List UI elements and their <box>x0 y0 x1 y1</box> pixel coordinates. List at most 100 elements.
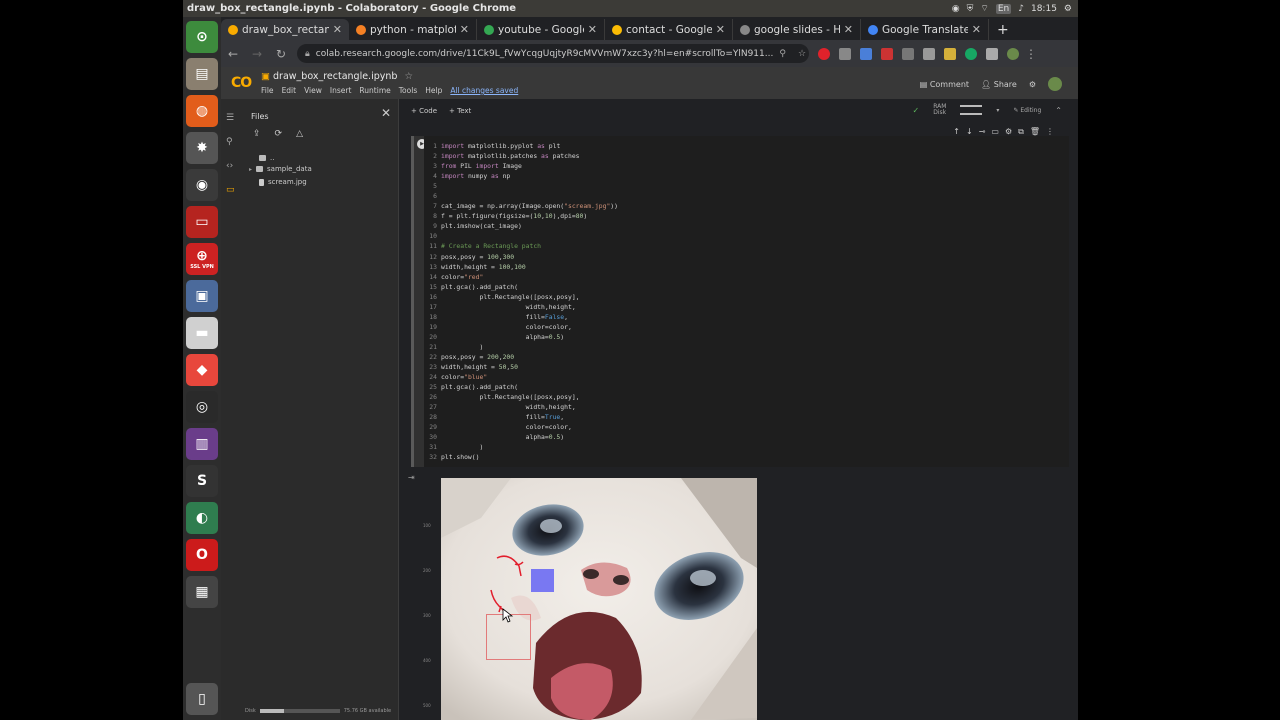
pen-extension-icon[interactable] <box>944 47 956 60</box>
reload-icon[interactable]: ↻ <box>269 47 293 61</box>
close-icon[interactable]: ✕ <box>972 23 981 36</box>
bookmark-star-icon[interactable]: ☆ <box>792 49 809 59</box>
extension-icon[interactable] <box>839 47 851 60</box>
shield-icon[interactable]: ⛨ <box>967 4 974 14</box>
comment-button[interactable]: ▤ Comment <box>920 80 969 89</box>
extension-icon[interactable] <box>923 47 935 60</box>
extension-icon[interactable] <box>902 47 914 60</box>
address-bar[interactable]: 🔒︎ colab.research.google.com/drive/11Ck9… <box>297 44 809 63</box>
menu-item[interactable]: Help <box>425 86 442 95</box>
docs-extension-icon[interactable] <box>860 47 872 60</box>
clock[interactable]: 18:15 <box>1031 4 1057 14</box>
chrome-tray-icon[interactable]: ◉ <box>952 4 960 14</box>
colab-logo[interactable]: CO <box>231 75 252 91</box>
browser-tab[interactable]: youtube - Google S ✕ <box>477 19 605 40</box>
trash-icon[interactable]: ▯ <box>186 683 218 715</box>
profile-avatar[interactable] <box>1007 47 1019 60</box>
wifi-icon[interactable]: ⌔ <box>980 3 988 14</box>
obs-icon[interactable]: ◎ <box>186 391 218 423</box>
menu-item[interactable]: Tools <box>399 86 417 95</box>
close-icon[interactable]: ✕ <box>716 23 725 36</box>
star-icon[interactable]: ☆ <box>404 71 413 82</box>
folder-icon[interactable]: ▦ <box>186 576 218 608</box>
grammarly-extension-icon[interactable] <box>965 47 977 60</box>
presentation-icon[interactable]: ▭ <box>186 206 218 238</box>
share-button[interactable]: 👤︎ Share <box>981 80 1017 89</box>
menu-item[interactable]: View <box>304 86 322 95</box>
close-icon[interactable]: ✕ <box>381 106 391 120</box>
notebook-title[interactable]: ▣ draw_box_rectangle.ipynb ☆ <box>261 71 413 82</box>
volume-icon[interactable]: ♪ <box>1018 4 1024 14</box>
zoom-icon[interactable]: ⚲ <box>773 49 792 59</box>
terminal-icon[interactable]: ⊙ <box>186 21 218 53</box>
code-snippets-icon[interactable]: ‹› <box>226 161 233 171</box>
code-text: color=color, <box>441 422 572 432</box>
close-icon[interactable]: ✕ <box>588 23 597 36</box>
new-tab-button[interactable]: + <box>989 22 1017 40</box>
code-cell[interactable]: ↑ ↓ ⊸ ▭ ⚙ ⧉ 🗑︎ ⋮ ▶ 1 import matplotlib.py… <box>411 127 1069 467</box>
browser-tab[interactable]: Google Translate ✕ <box>861 19 989 40</box>
close-icon[interactable]: ✕ <box>460 23 469 36</box>
forward-icon[interactable]: → <box>245 47 269 61</box>
code-token: width,height, <box>441 302 576 311</box>
line-number: 30 <box>429 433 437 442</box>
browser-tab[interactable]: contact - Google S ✕ <box>605 19 733 40</box>
menu-item[interactable]: File <box>261 86 274 95</box>
save-status[interactable]: All changes saved <box>450 86 518 95</box>
gear-icon[interactable]: ⚙ <box>1064 4 1072 14</box>
file-item-sample-data[interactable]: ▸ sample_data <box>249 165 312 173</box>
back-icon[interactable]: ← <box>221 47 245 61</box>
code-text: alpha=0.5) <box>441 332 565 342</box>
opera-icon[interactable]: O <box>186 539 218 571</box>
menu-item[interactable]: Runtime <box>359 86 390 95</box>
settings-gear-icon[interactable]: ⚙ <box>1029 80 1036 89</box>
anydesk-icon[interactable]: ◆ <box>186 354 218 386</box>
opera-extension-icon[interactable] <box>818 47 830 60</box>
notebook-icon: ▣ <box>261 71 270 82</box>
browser-tab[interactable]: google slides - Ho ✕ <box>733 19 861 40</box>
close-icon[interactable]: ✕ <box>333 23 342 36</box>
file-item-scream-jpg[interactable]: scream.jpg <box>259 178 307 186</box>
files-folder-icon[interactable]: ▭ <box>226 185 235 195</box>
chrome-icon[interactable]: ◉ <box>186 169 218 201</box>
drive-icon <box>484 24 494 35</box>
browser-tab[interactable]: draw_box_rectangle ✕ <box>221 19 349 40</box>
toc-icon[interactable]: ☰ <box>226 113 234 123</box>
ram-disk-indicator[interactable]: RAM Disk <box>933 104 946 116</box>
refresh-folder-icon[interactable]: ⟳ <box>275 129 283 139</box>
menu-item[interactable]: Edit <box>282 86 297 95</box>
chevron-right-icon[interactable]: ▸ <box>249 166 252 173</box>
sublime-icon[interactable]: S <box>186 465 218 497</box>
comment-icon: ▤ <box>919 79 928 89</box>
settings-icon[interactable]: ✸ <box>186 132 218 164</box>
firefox-icon[interactable]: ◍ <box>186 95 218 127</box>
user-avatar[interactable] <box>1048 77 1062 91</box>
menu-item[interactable]: Insert <box>330 86 352 95</box>
add-code-button[interactable]: + Code <box>411 107 437 115</box>
app-icon[interactable]: ◐ <box>186 502 218 534</box>
puzzle-extensions-icon[interactable] <box>986 47 998 60</box>
upload-icon[interactable]: ⇪ <box>253 129 261 139</box>
pdf-extension-icon[interactable] <box>881 47 893 60</box>
remote-desktop-icon[interactable]: ▣ <box>186 280 218 312</box>
editing-mode[interactable]: ✎ Editing <box>1013 107 1041 114</box>
menu-icon[interactable]: ⋮ <box>1019 47 1043 61</box>
code-text: color="blue" <box>441 372 487 382</box>
add-text-button[interactable]: + Text <box>449 107 471 115</box>
code-line: 8 f = plt.figure(figsize=(10,10),dpi=80) <box>424 211 1069 221</box>
search-icon[interactable]: ⚲ <box>226 137 233 147</box>
chevron-down-icon[interactable]: ▾ <box>996 107 999 114</box>
browser-tab[interactable]: python - matplotlib ✕ <box>349 19 477 40</box>
parent-folder[interactable]: .. <box>259 154 274 162</box>
mount-drive-icon[interactable]: △ <box>296 129 303 139</box>
output-menu-icon[interactable]: ⇥ <box>408 473 415 482</box>
code-editor[interactable]: 1 import matplotlib.pyplot as plt 2 import … <box>424 136 1069 467</box>
close-icon[interactable]: ✕ <box>844 23 853 36</box>
media-icon[interactable]: ▥ <box>186 428 218 460</box>
y-tick-label: 200 <box>423 568 431 573</box>
ssl-vpn-icon[interactable]: ⊕ SSL VPN <box>186 243 218 275</box>
files-icon[interactable]: ▤ <box>186 58 218 90</box>
drive-icon[interactable]: ▬ <box>186 317 218 349</box>
chevron-up-icon[interactable]: ⌃ <box>1055 106 1062 115</box>
keyboard-layout-indicator[interactable]: En <box>995 3 1012 14</box>
